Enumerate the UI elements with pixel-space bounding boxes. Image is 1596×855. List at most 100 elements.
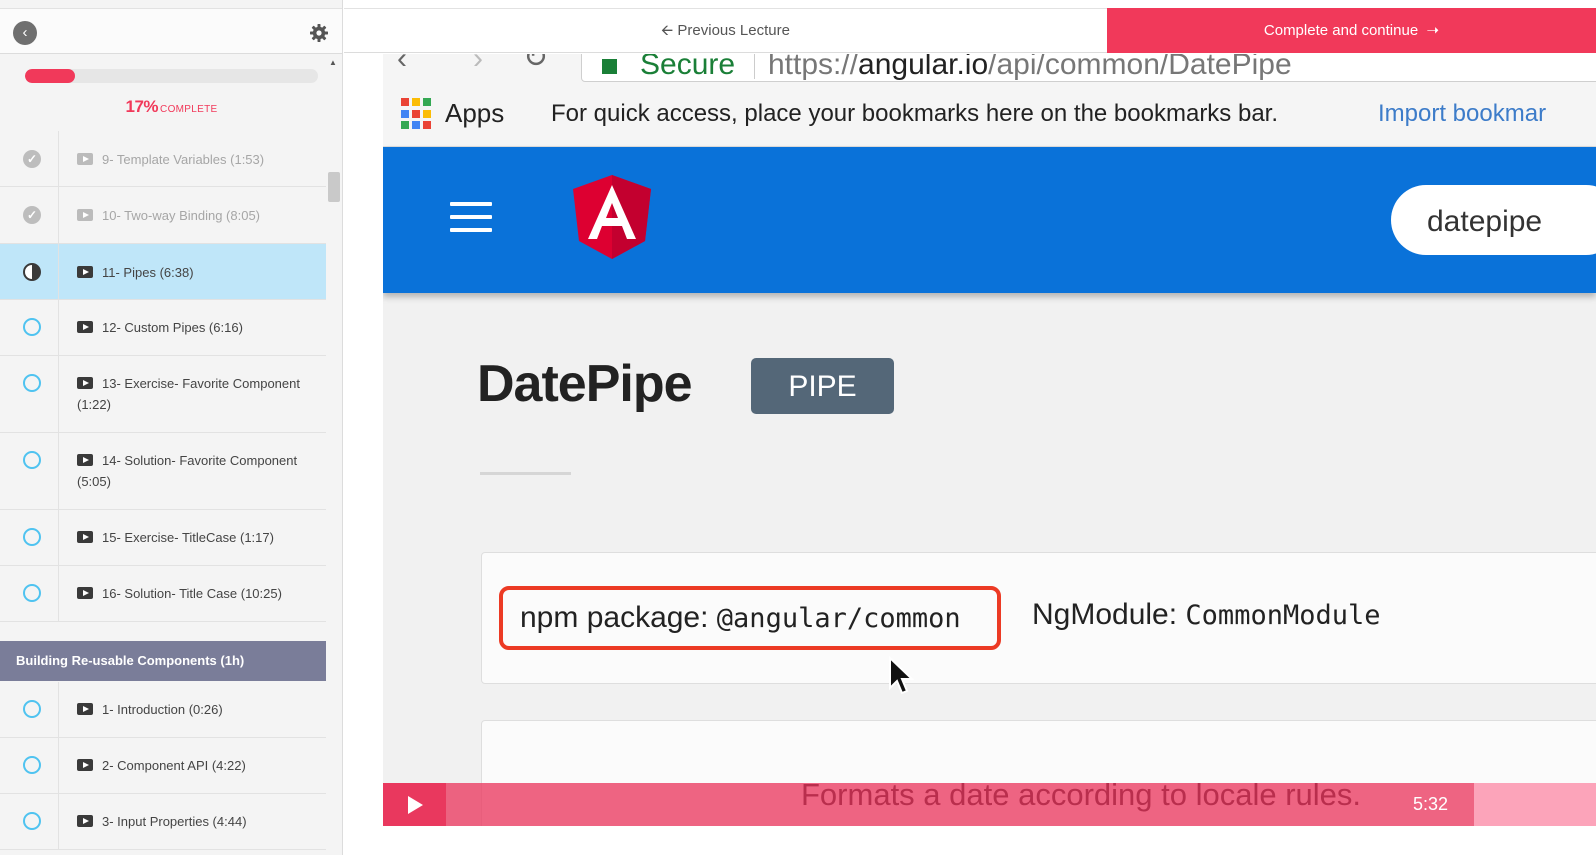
check-icon[interactable] bbox=[23, 150, 41, 168]
lecture-title: 12- Custom Pipes (6:16) bbox=[77, 317, 318, 338]
lecture-label: 3- Input Properties (4:44) bbox=[102, 814, 247, 829]
row-divider bbox=[58, 356, 59, 432]
bookmarks-message: For quick access, place your bookmarks h… bbox=[551, 100, 1279, 127]
lecture-title: 10- Two-way Binding (8:05) bbox=[77, 205, 318, 226]
hamburger-icon bbox=[450, 202, 492, 232]
section-header[interactable]: Building Re-usable Components (1h) bbox=[0, 641, 326, 681]
type-badge: PIPE bbox=[751, 358, 894, 414]
progress-label: 17% COMPLETE bbox=[0, 97, 342, 117]
angular-logo bbox=[573, 175, 651, 259]
previous-lecture-label: Previous Lecture bbox=[677, 22, 790, 39]
ngmodule-value: CommonModule bbox=[1185, 600, 1381, 631]
complete-and-continue-button[interactable]: Complete and continue ➝ bbox=[1107, 8, 1596, 53]
row-divider bbox=[58, 300, 59, 355]
browser-url-bar: Secure https://angular.io/api/common/Dat… bbox=[581, 54, 1596, 82]
lecture-topbar: 🡨 Previous Lecture Complete and continue… bbox=[344, 8, 1596, 53]
apps-label: Apps bbox=[445, 98, 505, 128]
page-heading: DatePipe bbox=[477, 355, 693, 413]
play-icon bbox=[77, 153, 93, 165]
player-control-bar: Formats a date according to locale rules… bbox=[383, 777, 1596, 826]
play-icon bbox=[77, 321, 93, 333]
incomplete-circle-icon[interactable] bbox=[23, 374, 41, 392]
row-divider bbox=[58, 510, 59, 565]
lecture-item[interactable]: 13- Exercise- Favorite Component (1:22) bbox=[0, 356, 326, 433]
row-divider bbox=[58, 794, 59, 849]
lecture-item[interactable]: 12- Custom Pipes (6:16) bbox=[0, 300, 326, 356]
secure-label: Secure bbox=[640, 54, 736, 81]
lecture-item[interactable]: 14- Solution- Favorite Component (5:05) bbox=[0, 433, 326, 510]
lecture-item[interactable]: 9- Template Variables (1:53) bbox=[0, 131, 326, 187]
sidebar-header: ‹ bbox=[0, 8, 342, 54]
site-search-value: datepipe bbox=[1427, 205, 1543, 238]
heading-rule bbox=[480, 472, 571, 475]
npm-package-value: @angular/common bbox=[716, 603, 961, 634]
package-info-card: npm package: @angular/common NgModule: C… bbox=[481, 552, 1596, 684]
lecture-item[interactable]: 10- Two-way Binding (8:05) bbox=[0, 187, 326, 244]
lecture-title: 1- Introduction (0:26) bbox=[77, 699, 318, 720]
lecture-label: 15- Exercise- TitleCase (1:17) bbox=[102, 530, 274, 545]
progress-bar-fill bbox=[25, 69, 75, 83]
browser-forward-icon: › bbox=[473, 54, 483, 75]
arrow-left-icon: 🡨 bbox=[661, 22, 674, 39]
sidebar-scrollbar[interactable] bbox=[328, 172, 340, 202]
time-display: 5:32 bbox=[1413, 794, 1449, 814]
incomplete-circle-icon[interactable] bbox=[23, 812, 41, 830]
browser-reload-icon: ↻ bbox=[523, 54, 549, 74]
lecture-label: 12- Custom Pipes (6:16) bbox=[102, 320, 243, 335]
browser-back-icon: ‹ bbox=[397, 54, 407, 75]
play-icon bbox=[77, 454, 93, 466]
site-search-box: datepipe bbox=[1391, 185, 1596, 255]
lecture-label: 9- Template Variables (1:53) bbox=[102, 152, 265, 167]
row-divider bbox=[58, 131, 59, 186]
lecture-label: 2- Component API (4:22) bbox=[102, 758, 246, 773]
lecture-title: 13- Exercise- Favorite Component (1:22) bbox=[77, 373, 318, 415]
lock-icon bbox=[602, 59, 617, 74]
row-divider bbox=[58, 566, 59, 621]
gear-icon[interactable] bbox=[309, 23, 329, 43]
lecture-item[interactable]: 1- Introduction (0:26) bbox=[0, 682, 326, 738]
scroll-up-arrow-icon[interactable]: ▲ bbox=[329, 58, 337, 67]
incomplete-circle-icon[interactable] bbox=[23, 451, 41, 469]
incomplete-circle-icon[interactable] bbox=[23, 584, 41, 602]
lecture-item[interactable]: 2- Component API (4:22) bbox=[0, 738, 326, 794]
url-text: https://angular.io/api/common/DatePipe bbox=[768, 54, 1292, 81]
lecture-item[interactable]: 3- Input Properties (4:44) bbox=[0, 794, 326, 850]
incomplete-circle-icon[interactable] bbox=[23, 700, 41, 718]
lecture-label: 16- Solution- Title Case (10:25) bbox=[102, 586, 282, 601]
lecture-item[interactable]: 15- Exercise- TitleCase (1:17) bbox=[0, 510, 326, 566]
incomplete-circle-icon[interactable] bbox=[23, 756, 41, 774]
incomplete-circle-icon[interactable] bbox=[23, 528, 41, 546]
row-divider bbox=[58, 244, 59, 299]
lecture-item[interactable]: 11- Pipes (6:38) bbox=[0, 244, 326, 300]
row-divider bbox=[58, 738, 59, 793]
play-icon bbox=[77, 759, 93, 771]
row-divider bbox=[58, 682, 59, 737]
lecture-item[interactable]: 16- Solution- Title Case (10:25) bbox=[0, 566, 326, 622]
lecture-title: 3- Input Properties (4:44) bbox=[77, 811, 318, 832]
lecture-title: 14- Solution- Favorite Component (5:05) bbox=[77, 450, 318, 492]
browser-chrome: ‹ › ↻ Secure https://angular.io/api/comm… bbox=[383, 54, 1596, 84]
lecture-label: 11- Pipes (6:38) bbox=[102, 265, 194, 280]
mouse-cursor-icon bbox=[889, 656, 914, 695]
back-icon[interactable]: ‹ bbox=[13, 21, 37, 45]
lecture-label: 13- Exercise- Favorite Component (1:22) bbox=[77, 376, 300, 412]
arrow-right-icon: ➝ bbox=[1422, 22, 1440, 39]
half-complete-icon[interactable] bbox=[23, 263, 41, 281]
video-player[interactable]: ‹ › ↻ Secure https://angular.io/api/comm… bbox=[383, 54, 1596, 855]
lecture-title: 2- Component API (4:22) bbox=[77, 755, 318, 776]
previous-lecture-button[interactable]: 🡨 Previous Lecture bbox=[344, 9, 1107, 53]
row-divider bbox=[58, 433, 59, 509]
course-progress: 17% COMPLETE bbox=[0, 55, 326, 132]
play-button[interactable] bbox=[383, 783, 446, 826]
lecture-label: 1- Introduction (0:26) bbox=[102, 702, 223, 717]
complete-label: Complete and continue bbox=[1263, 22, 1419, 39]
lecture-title: 11- Pipes (6:38) bbox=[77, 262, 318, 283]
npm-package-label: npm package: bbox=[520, 601, 709, 634]
check-icon[interactable] bbox=[23, 206, 41, 224]
incomplete-circle-icon[interactable] bbox=[23, 318, 41, 336]
url-separator bbox=[754, 54, 755, 79]
npm-package-highlight: npm package: @angular/common bbox=[499, 586, 1001, 650]
play-icon bbox=[77, 587, 93, 599]
progress-percent: 17% bbox=[125, 97, 159, 116]
lecture-label: 14- Solution- Favorite Component (5:05) bbox=[77, 453, 298, 489]
